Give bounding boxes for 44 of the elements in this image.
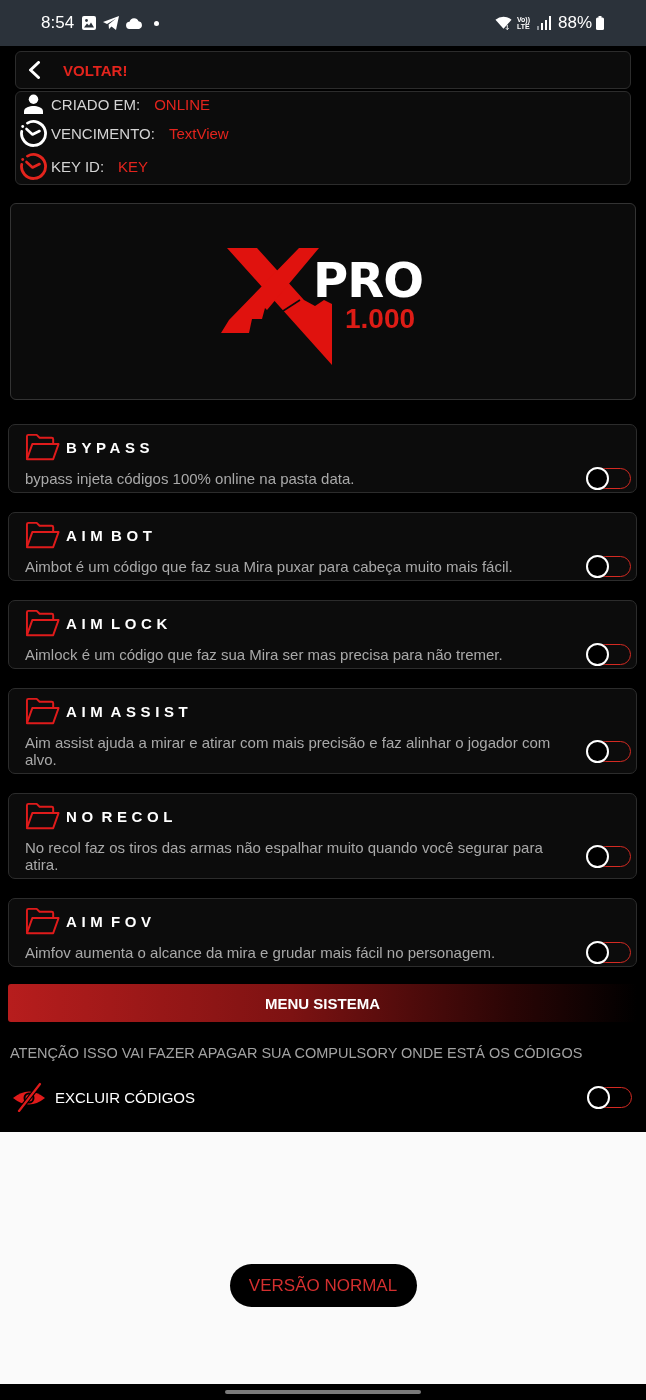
wifi-icon [494,16,512,30]
back-button[interactable]: VOLTAR! [15,51,631,89]
back-icon [27,61,41,79]
feature-title: AIM FOV [66,912,156,930]
info-label: CRIADO EM: [51,95,141,113]
info-label: VENCIMENTO: [51,124,155,142]
feature-description: Aimlock é um código que faz sua Mira ser mas precisa para não tremer. [25,646,504,663]
eye-off-icon [12,1082,46,1112]
clock-time: 8:54 [41,13,75,33]
logo-text: PRO [313,256,423,304]
feature-title: AIM ASSIST [66,702,193,720]
feature-title: BYPASS [66,438,155,456]
info-value: ONLINE [154,95,211,113]
info-value: KEY [118,157,149,175]
info-label: KEY ID: [51,157,105,175]
timer-icon [19,119,47,147]
feature-description: Aimfov aumenta o alcance da mira e grudar mais fácil no personagem. [25,944,497,961]
image-icon [82,16,97,30]
dot-icon [154,20,160,26]
battery-icon [596,16,604,30]
logo-version: 1.000 [345,305,416,333]
feature-title: AIM LOCK [66,614,172,632]
folder-icon [25,906,60,936]
folder-icon [25,520,60,550]
cloud-icon [126,17,144,29]
folder-icon [25,696,60,726]
feature-title: NO RECOL [66,807,177,825]
feature-title: AIM BOT [66,526,157,544]
normal-version-button[interactable]: VERSÃO NORMAL [229,1264,417,1307]
timer-icon [19,152,47,180]
signal-icon [536,16,551,30]
folder-icon [25,432,60,462]
battery-percent: 88% [557,13,592,33]
folder-icon [25,608,60,638]
info-value: TextView [168,124,229,142]
paper-plane-icon [103,16,120,30]
feature-description: Aim assist ajuda a mirar e atirar com mais precisão e faz alinhar o jogador com alvo. [25,734,552,768]
folder-icon [25,801,60,831]
warning-text: ATENÇÃO ISSO VAI FAZER APAGAR SUA COMPULSORY ONDE ESTÁ OS CÓDIGOS [10,1044,584,1062]
feature-description: Aimbot é um código que faz sua Mira puxar para cabeça muito mais fácil. [25,558,514,575]
person-icon [23,94,43,114]
feature-description: No recol faz os tiros das armas não espalhar muito quando você segurar para atira. [25,839,544,873]
feature-description: bypass injeta códigos 100% online na pasta data. [25,470,356,487]
option-label: EXCLUIR CÓDIGOS [55,1088,196,1106]
